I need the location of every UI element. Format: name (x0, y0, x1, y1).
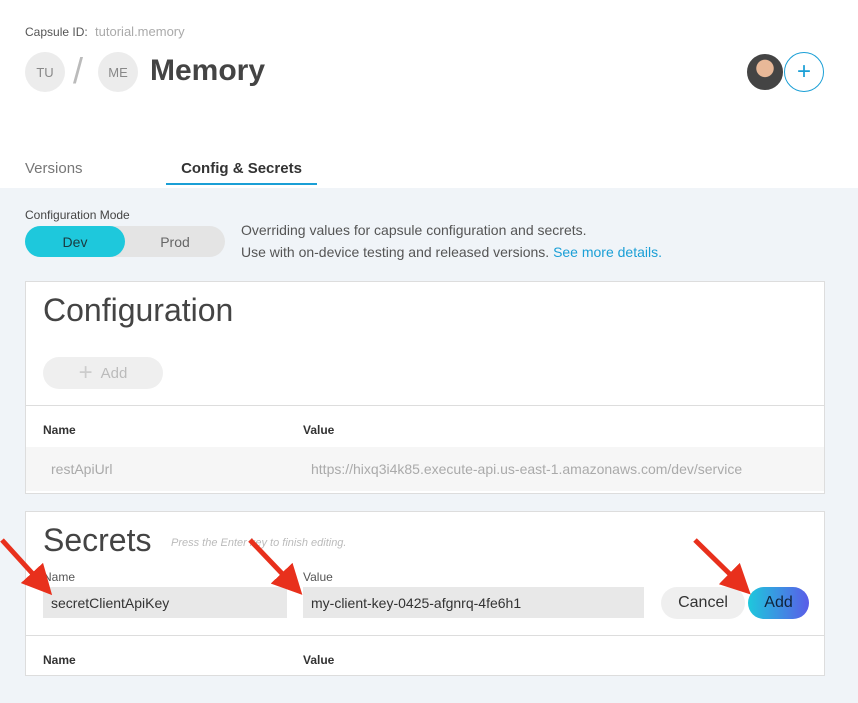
mode-description: Overriding values for capsule configurat… (241, 219, 662, 263)
divider (26, 405, 824, 406)
tab-versions[interactable]: Versions (25, 160, 83, 177)
cancel-button[interactable]: Cancel (661, 587, 745, 619)
avatar[interactable] (745, 52, 785, 92)
see-more-details-link[interactable]: See more details. (553, 244, 662, 260)
mode-option-prod[interactable]: Prod (125, 226, 225, 257)
editing-hint: Press the Enter key to finish editing. (171, 537, 347, 549)
secrets-title: Secrets (43, 522, 152, 558)
capsule-badge[interactable]: ME (98, 52, 138, 92)
configuration-card: Configuration + Add Name Value restApiUr… (25, 281, 825, 494)
column-header-name: Name (43, 653, 76, 667)
tab-config-secrets[interactable]: Config & Secrets (166, 160, 317, 185)
add-member-button[interactable]: + (784, 52, 824, 92)
configuration-mode-toggle[interactable]: Dev Prod (25, 226, 225, 257)
config-name-cell: restApiUrl (51, 461, 113, 477)
capsule-id-label: Capsule ID: (25, 25, 88, 39)
secret-value-input[interactable] (303, 587, 644, 618)
secret-value-label: Value (303, 570, 333, 584)
configuration-mode-label: Configuration Mode (25, 208, 130, 222)
org-badge[interactable]: TU (25, 52, 65, 92)
add-configuration-label: Add (100, 364, 128, 382)
capsule-header: Capsule ID: tutorial.memory TU / ME Memo… (0, 0, 858, 188)
mode-option-dev[interactable]: Dev (25, 226, 125, 257)
table-row[interactable]: restApiUrl https://hixq3i4k85.execute-ap… (26, 447, 824, 491)
secrets-card: Secrets Press the Enter key to finish ed… (25, 511, 825, 676)
config-value-cell: https://hixq3i4k85.execute-api.us-east-1… (311, 461, 743, 477)
add-secret-button[interactable]: Add (748, 587, 809, 619)
configuration-title: Configuration (43, 292, 234, 328)
page-title: Memory (150, 54, 266, 87)
secret-name-label: Name (43, 570, 76, 584)
column-header-value: Value (303, 653, 335, 667)
capsule-id-value: tutorial.memory (95, 24, 185, 39)
mode-description-line1: Overriding values for capsule configurat… (241, 222, 587, 238)
divider (26, 635, 824, 636)
plus-icon: + (78, 359, 93, 386)
capsule-id: Capsule ID: tutorial.memory (25, 24, 185, 39)
secret-name-input[interactable] (43, 587, 287, 618)
column-header-name: Name (43, 423, 76, 437)
column-header-value: Value (303, 423, 335, 437)
breadcrumb-separator: / (73, 50, 84, 91)
mode-description-line2: Use with on-device testing and released … (241, 244, 550, 260)
add-configuration-button: + Add (43, 357, 163, 389)
